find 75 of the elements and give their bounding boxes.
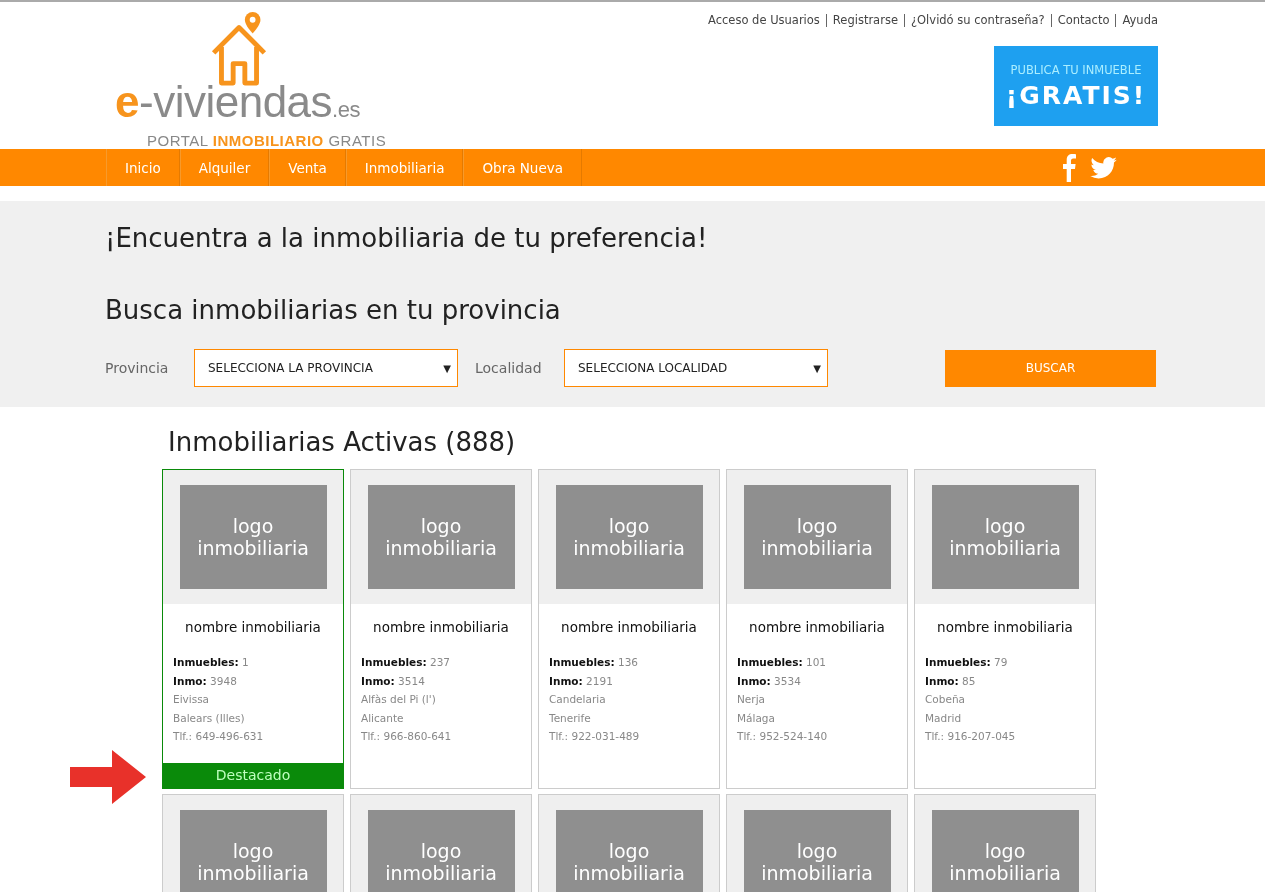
- agency-name: nombre inmobiliaria: [936, 619, 1074, 635]
- logo-placeholder: logo inmobiliaria: [931, 485, 1079, 589]
- listing-count: Inmuebles: 1: [173, 655, 250, 670]
- agency-card[interactable]: logo inmobiliaria nombre inmobiliaria Inmuebles: 101 Inmo: 3534 Nerja Málaga Tlf.: 952-524-140: [726, 469, 908, 789]
- logo-placeholder: logo inmobiliaria: [555, 810, 703, 892]
- site-logo[interactable]: e-viviendas.es: [115, 82, 360, 130]
- city-text: Eivissa: [173, 692, 211, 707]
- select-dropdown[interactable]: SELECCIONA LA PROVINCIA ▼: [194, 349, 458, 387]
- logo-placeholder: logo inmobiliaria: [179, 485, 327, 589]
- results-title: Inmobiliarias Activas (888): [168, 427, 517, 457]
- featured-label: Destacado: [163, 763, 343, 788]
- phone-text: Tlf.: 966-860-641: [361, 729, 453, 744]
- agency-id: Inmo: 3534: [737, 673, 802, 689]
- logo-placeholder: logo inmobiliaria: [179, 810, 327, 892]
- logo-placeholder: logo inmobiliaria: [367, 485, 515, 589]
- logo-placeholder: logo inmobiliaria: [931, 810, 1079, 892]
- province-text: Balears (Illes): [173, 710, 246, 726]
- search-button[interactable]: BUSCAR: [945, 349, 1156, 387]
- city-text: Nerja: [737, 692, 766, 707]
- header-link[interactable]: Ayuda: [1115, 14, 1158, 27]
- agency-card[interactable]: logo inmobiliaria: [726, 794, 908, 892]
- agency-card[interactable]: logo inmobiliaria nombre inmobiliaria Inmuebles: 1 Inmo: 3948 Eivissa Balears (Illes) Tlf.: 649-496-631 Destacado: [162, 469, 344, 789]
- header-link[interactable]: Contacto: [1050, 14, 1116, 27]
- nav-link[interactable]: Obra Nueva: [463, 149, 582, 186]
- city-text: Cobeña: [925, 692, 966, 707]
- agency-card[interactable]: logo inmobiliaria: [538, 794, 720, 892]
- agency-card[interactable]: logo inmobiliaria nombre inmobiliaria Inmuebles: 79 Inmo: 85 Cobeña Madrid Tlf.: 916-207-045: [914, 469, 1096, 789]
- agency-card[interactable]: logo inmobiliaria nombre inmobiliaria Inmuebles: 136 Inmo: 2191 Candelaria Tenerife Tlf.: 922-031-489: [538, 469, 720, 789]
- field-label: Provincia: [105, 360, 170, 376]
- agency-name: nombre inmobiliaria: [560, 619, 698, 635]
- agency-id: Inmo: 3948: [173, 673, 238, 689]
- select-dropdown[interactable]: SELECCIONA LOCALIDAD ▼: [564, 349, 828, 387]
- logo-placeholder: logo inmobiliaria: [743, 810, 891, 892]
- publish-banner[interactable]: PUBLICA TU INMUEBLE ¡GRATIS!: [994, 46, 1158, 126]
- listing-count: Inmuebles: 237: [361, 655, 451, 670]
- province-text: Madrid: [925, 710, 963, 726]
- page-heading: ¡Encuentra a la inmobiliaria de tu preferencia!: [105, 223, 709, 253]
- agency-name: nombre inmobiliaria: [184, 619, 322, 635]
- facebook-icon[interactable]: [1062, 153, 1076, 182]
- city-text: Candelaria: [549, 692, 607, 707]
- nav-link[interactable]: Alquiler: [179, 149, 270, 186]
- field-label: Localidad: [475, 360, 543, 376]
- province-text: Alicante: [361, 710, 405, 726]
- phone-text: Tlf.: 922-031-489: [549, 729, 641, 744]
- listing-count: Inmuebles: 79: [925, 655, 1009, 670]
- agency-id: Inmo: 2191: [549, 673, 614, 689]
- nav-link[interactable]: Venta: [269, 149, 346, 186]
- logo-tagline: PORTAL INMOBILIARIO GRATIS: [147, 132, 387, 149]
- phone-text: Tlf.: 952-524-140: [737, 729, 829, 744]
- agency-name: nombre inmobiliaria: [372, 619, 510, 635]
- agency-name: nombre inmobiliaria: [748, 619, 886, 635]
- logo-placeholder: logo inmobiliaria: [367, 810, 515, 892]
- phone-text: Tlf.: 649-496-631: [173, 729, 265, 744]
- section-heading: Busca inmobiliarias en tu provincia: [105, 295, 562, 325]
- agency-card[interactable]: logo inmobiliaria: [350, 794, 532, 892]
- city-text: Alfàs del Pi (l'): [361, 692, 437, 707]
- agency-card[interactable]: logo inmobiliaria nombre inmobiliaria Inmuebles: 237 Inmo: 3514 Alfàs del Pi (l') Alicante Tlf.: 966-860-641: [350, 469, 532, 789]
- header-link[interactable]: Acceso de Usuarios: [702, 14, 826, 27]
- header-link[interactable]: ¿Olvidó su contraseña?: [903, 14, 1051, 27]
- province-text: Tenerife: [549, 710, 592, 726]
- phone-text: Tlf.: 916-207-045: [925, 729, 1017, 744]
- listing-count: Inmuebles: 136: [549, 655, 639, 670]
- agency-card[interactable]: logo inmobiliaria: [162, 794, 344, 892]
- twitter-icon[interactable]: [1090, 156, 1117, 179]
- listing-count: Inmuebles: 101: [737, 655, 827, 670]
- header-link[interactable]: Registrarse: [825, 14, 904, 27]
- nav-link[interactable]: Inmobiliaria: [345, 149, 464, 186]
- logo-placeholder: logo inmobiliaria: [555, 485, 703, 589]
- agency-id: Inmo: 85: [925, 673, 977, 689]
- agency-card[interactable]: logo inmobiliaria: [914, 794, 1096, 892]
- nav-link[interactable]: Inicio: [106, 149, 180, 186]
- agency-id: Inmo: 3514: [361, 673, 426, 689]
- province-text: Málaga: [737, 710, 776, 726]
- arrow-icon: [70, 750, 146, 804]
- logo-placeholder: logo inmobiliaria: [743, 485, 891, 589]
